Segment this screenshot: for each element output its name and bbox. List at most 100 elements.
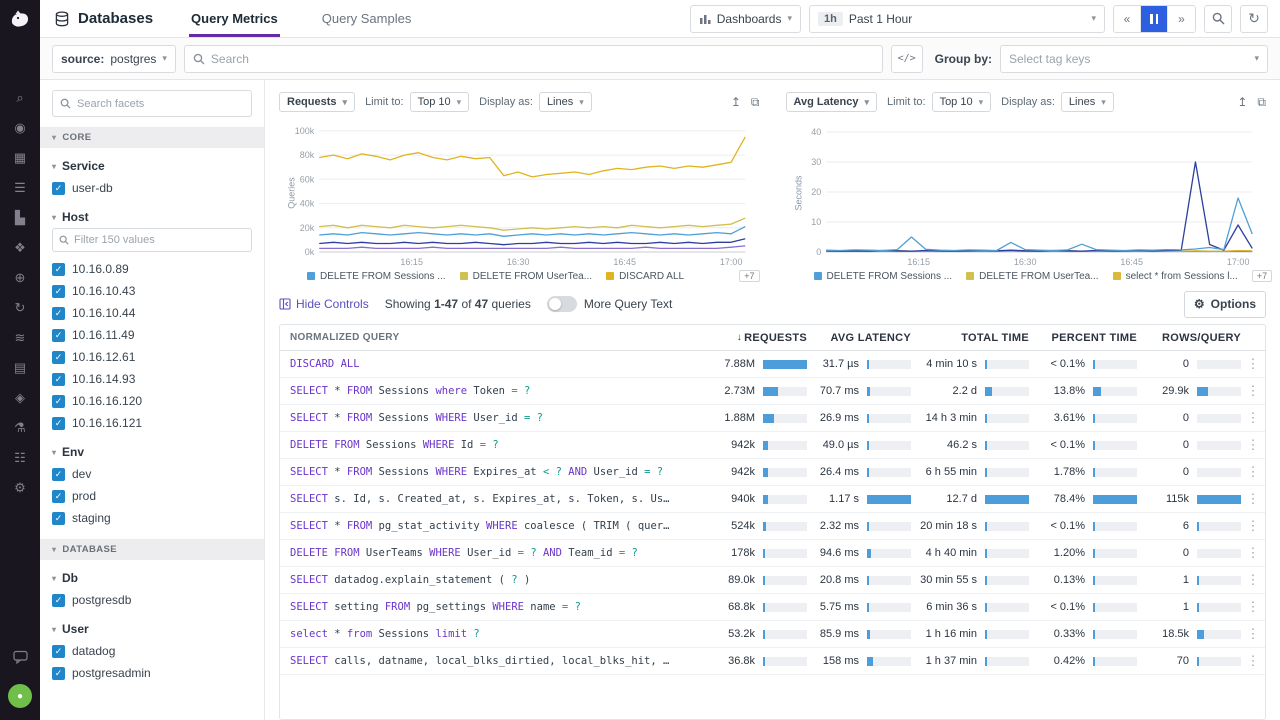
zoom-button[interactable] xyxy=(1204,5,1232,33)
facet-group-database[interactable]: ▾DATABASE xyxy=(40,539,264,560)
row-actions-kebab[interactable]: ⋮ xyxy=(1241,410,1265,426)
chart-plot[interactable]: 01020304016:1516:3016:4517:00Seconds xyxy=(786,118,1267,268)
table-row[interactable]: SELECT * FROM Sessions WHERE User_id = ?… xyxy=(280,405,1265,432)
hide-controls-button[interactable]: Hide Controls xyxy=(279,297,369,311)
source-select[interactable]: source: postgres ▾ xyxy=(52,45,176,73)
org-avatar[interactable]: ● xyxy=(8,684,32,708)
column-header-total[interactable]: TOTAL TIME xyxy=(911,332,1029,344)
column-header-query[interactable]: NORMALIZED QUERY xyxy=(280,332,699,343)
facet-user[interactable]: ▾User xyxy=(52,622,252,636)
limit-select[interactable]: Top 10▾ xyxy=(410,92,470,112)
chart-plot[interactable]: 0k20k40k60k80k100k16:1516:3016:4517:00Qu… xyxy=(279,118,760,268)
facet-value-row[interactable]: ✓10.16.16.120 xyxy=(52,390,252,412)
facet-group-core[interactable]: ▾CORE xyxy=(40,127,264,148)
checkbox-checked[interactable]: ✓ xyxy=(52,490,65,503)
synthetics-icon[interactable]: ⚗ xyxy=(0,414,40,441)
legend-item[interactable]: select * from Sessions l... xyxy=(1113,271,1238,282)
facet-value-row[interactable]: ✓10.16.10.43 xyxy=(52,280,252,302)
row-actions-kebab[interactable]: ⋮ xyxy=(1241,518,1265,534)
table-row[interactable]: SELECT datadog.explain_statement ( ? )89… xyxy=(280,567,1265,594)
row-actions-kebab[interactable]: ⋮ xyxy=(1241,491,1265,507)
column-header-latency[interactable]: AVG LATENCY xyxy=(807,332,911,344)
row-actions-kebab[interactable]: ⋮ xyxy=(1241,599,1265,615)
options-button[interactable]: ⚙ Options xyxy=(1184,291,1266,318)
infrastructure-icon[interactable]: ▦ xyxy=(0,144,40,171)
group-by-select[interactable]: Select tag keys ▾ xyxy=(1000,45,1268,73)
table-row[interactable]: select * from Sessions limit ?53.2k85.9 … xyxy=(280,621,1265,648)
facet-value-row[interactable]: ✓datadog xyxy=(52,640,252,662)
search-input[interactable] xyxy=(211,52,874,66)
refresh-button[interactable]: ↻ xyxy=(1240,5,1268,33)
checkbox-checked[interactable]: ✓ xyxy=(52,373,65,386)
notebooks-icon[interactable]: ☷ xyxy=(0,444,40,471)
column-header-percent[interactable]: PERCENT TIME xyxy=(1029,332,1137,344)
legend-item[interactable]: DELETE FROM Sessions ... xyxy=(307,271,446,282)
legend-item[interactable]: DISCARD ALL xyxy=(606,271,684,282)
row-actions-kebab[interactable]: ⋮ xyxy=(1241,545,1265,561)
table-row[interactable]: SELECT * FROM Sessions WHERE Expires_at … xyxy=(280,459,1265,486)
legend-item[interactable]: DELETE FROM UserTea... xyxy=(460,271,592,282)
table-row[interactable]: SELECT calls, datname, local_blks_dirtie… xyxy=(280,648,1265,675)
checkbox-checked[interactable]: ✓ xyxy=(52,351,65,364)
facet-value-row[interactable]: ✓10.16.0.89 xyxy=(52,258,252,280)
facet-value-row[interactable]: ✓user-db xyxy=(52,177,252,199)
tab-query-metrics[interactable]: Query Metrics xyxy=(189,0,280,37)
facet-value-row[interactable]: ✓prod xyxy=(52,485,252,507)
limit-select[interactable]: Top 10▾ xyxy=(932,92,992,112)
skip-back-button[interactable]: « xyxy=(1114,6,1141,32)
row-actions-kebab[interactable]: ⋮ xyxy=(1241,626,1265,642)
column-header-requests[interactable]: ↓REQUESTS xyxy=(699,332,807,344)
skip-forward-button[interactable]: » xyxy=(1168,6,1195,32)
export-icon[interactable]: ↥ xyxy=(1237,95,1247,110)
facet-value-row[interactable]: ✓10.16.12.61 xyxy=(52,346,252,368)
legend-more-badge[interactable]: +7 xyxy=(1252,270,1272,282)
checkbox-checked[interactable]: ✓ xyxy=(52,594,65,607)
row-actions-kebab[interactable]: ⋮ xyxy=(1241,464,1265,480)
facet-value-row[interactable]: ✓10.16.16.121 xyxy=(52,412,252,434)
checkbox-checked[interactable]: ✓ xyxy=(52,395,65,408)
table-row[interactable]: SELECT * FROM pg_stat_activity WHERE coa… xyxy=(280,513,1265,540)
display-select[interactable]: Lines▾ xyxy=(539,92,592,112)
logs-icon[interactable]: ▤ xyxy=(0,354,40,381)
row-actions-kebab[interactable]: ⋮ xyxy=(1241,356,1265,372)
integrations-icon[interactable]: ❖ xyxy=(0,234,40,261)
metric-select[interactable]: Requests▾ xyxy=(279,92,355,112)
row-actions-kebab[interactable]: ⋮ xyxy=(1241,572,1265,588)
export-icon[interactable]: ↥ xyxy=(731,95,741,110)
legend-item[interactable]: DELETE FROM Sessions ... xyxy=(814,271,953,282)
ci-icon[interactable]: ↻ xyxy=(0,294,40,321)
table-row[interactable]: DISCARD ALL7.88M31.7 µs4 min 10 s< 0.1%0… xyxy=(280,351,1265,378)
facet-value-row[interactable]: ✓postgresdb xyxy=(52,589,252,611)
apm-icon[interactable]: ⊕ xyxy=(0,264,40,291)
checkbox-checked[interactable]: ✓ xyxy=(52,263,65,276)
watchdog-icon[interactable]: ◉ xyxy=(0,114,40,141)
facet-db[interactable]: ▾Db xyxy=(52,571,252,585)
checkbox-checked[interactable]: ✓ xyxy=(52,329,65,342)
checkbox-checked[interactable]: ✓ xyxy=(52,667,65,680)
metric-select[interactable]: Avg Latency▾ xyxy=(786,92,878,112)
facet-value-row[interactable]: ✓10.16.10.44 xyxy=(52,302,252,324)
column-header-rowsq[interactable]: ROWS/QUERY xyxy=(1137,332,1241,344)
fullscreen-icon[interactable]: ⧉ xyxy=(751,95,760,110)
facet-value-row[interactable]: ✓10.16.11.49 xyxy=(52,324,252,346)
row-actions-kebab[interactable]: ⋮ xyxy=(1241,653,1265,669)
facet-value-row[interactable]: ✓10.16.14.93 xyxy=(52,368,252,390)
toggle-track[interactable] xyxy=(547,296,577,312)
table-row[interactable]: SELECT s. Id, s. Created_at, s. Expires_… xyxy=(280,486,1265,513)
facet-value-row[interactable]: ✓dev xyxy=(52,463,252,485)
table-row[interactable]: DELETE FROM Sessions WHERE Id = ?942k49.… xyxy=(280,432,1265,459)
row-actions-kebab[interactable]: ⋮ xyxy=(1241,437,1265,453)
security-icon[interactable]: ◈ xyxy=(0,384,40,411)
pause-button[interactable] xyxy=(1141,6,1168,32)
checkbox-checked[interactable]: ✓ xyxy=(52,468,65,481)
more-query-text-toggle[interactable]: More Query Text xyxy=(547,296,672,312)
row-actions-kebab[interactable]: ⋮ xyxy=(1241,383,1265,399)
facet-host[interactable]: ▾Host xyxy=(52,210,252,224)
events-icon[interactable]: ☰ xyxy=(0,174,40,201)
dashboards-dropdown[interactable]: Dashboards ▾ xyxy=(690,5,801,33)
table-row[interactable]: SELECT setting FROM pg_settings WHERE na… xyxy=(280,594,1265,621)
facet-value-row[interactable]: ✓postgresadmin xyxy=(52,662,252,684)
legend-more-badge[interactable]: +7 xyxy=(739,270,759,282)
settings-icon[interactable]: ⚙ xyxy=(0,474,40,501)
facet-search-input[interactable] xyxy=(77,98,244,110)
